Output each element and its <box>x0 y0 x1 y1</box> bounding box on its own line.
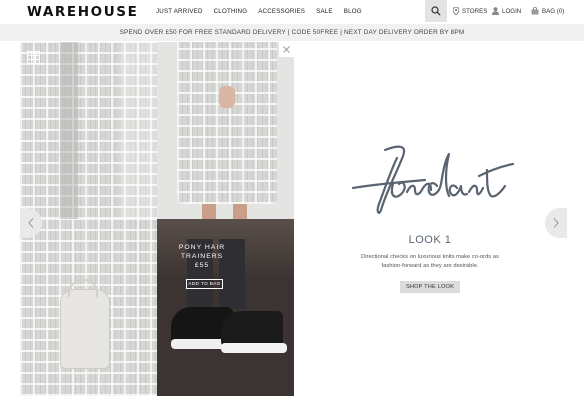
site-header: WAREHOUSE JUST ARRIVED CLOTHING ACCESSOR… <box>0 0 584 24</box>
product-name-line2: TRAINERS <box>180 253 224 260</box>
login-link[interactable]: LOGIN <box>492 7 521 15</box>
stores-label: STORES <box>462 7 488 15</box>
promo-text[interactable]: SPEND OVER £50 FOR FREE STANDARD DELIVER… <box>120 29 465 36</box>
product-overlay: PONY HAIR TRAINERS £55 <box>162 243 242 270</box>
chevron-left-icon <box>28 218 34 228</box>
shop-the-look-button[interactable]: SHOP THE LOOK <box>400 281 460 293</box>
pin-icon <box>453 7 459 15</box>
login-label: LOGIN <box>502 7 522 15</box>
product-price: £55 <box>194 262 210 269</box>
look-title: LOOK 1 <box>408 234 452 246</box>
grid-icon[interactable] <box>27 51 40 64</box>
nav-item-clothing[interactable]: CLOTHING <box>214 8 248 15</box>
bag-icon <box>531 7 539 15</box>
look-description-line2: fashion-forward as they are desirable. <box>381 263 479 269</box>
site-logo[interactable]: WAREHOUSE <box>27 4 138 20</box>
nav-item-sale[interactable]: SALE <box>316 8 333 15</box>
image-knit-top <box>20 42 157 219</box>
promo-bar: SPEND OVER £50 FOR FREE STANDARD DELIVER… <box>0 24 584 41</box>
search-button[interactable] <box>425 0 447 22</box>
image-skirt <box>157 42 294 219</box>
fondant-script-logo <box>351 145 515 214</box>
look-description: Directional checks on luxurious knits ma… <box>350 253 510 271</box>
look-description-line1: Directional checks on luxurious knits ma… <box>361 254 499 260</box>
image-backpack <box>20 219 157 396</box>
nav-item-accessories[interactable]: ACCESSORIES <box>258 8 305 15</box>
nav-item-just-arrived[interactable]: JUST ARRIVED <box>156 8 203 15</box>
main-nav: JUST ARRIVED CLOTHING ACCESSORIES SALE B… <box>156 8 373 15</box>
stores-link[interactable]: STORES <box>453 7 487 15</box>
close-icon <box>283 46 290 53</box>
next-look-button[interactable] <box>545 208 567 238</box>
chevron-right-icon <box>553 218 559 228</box>
close-button[interactable] <box>279 42 294 57</box>
user-icon <box>492 7 499 15</box>
lookbook-gallery[interactable] <box>20 42 294 396</box>
search-icon <box>431 6 441 16</box>
bag-link[interactable]: BAG (0) <box>531 7 564 15</box>
bag-label: BAG (0) <box>542 7 565 15</box>
add-to-bag-button[interactable]: ADD TO BAG <box>186 279 223 289</box>
nav-item-blog[interactable]: BLOG <box>344 8 362 15</box>
product-name-line1: PONY HAIR <box>178 244 226 251</box>
